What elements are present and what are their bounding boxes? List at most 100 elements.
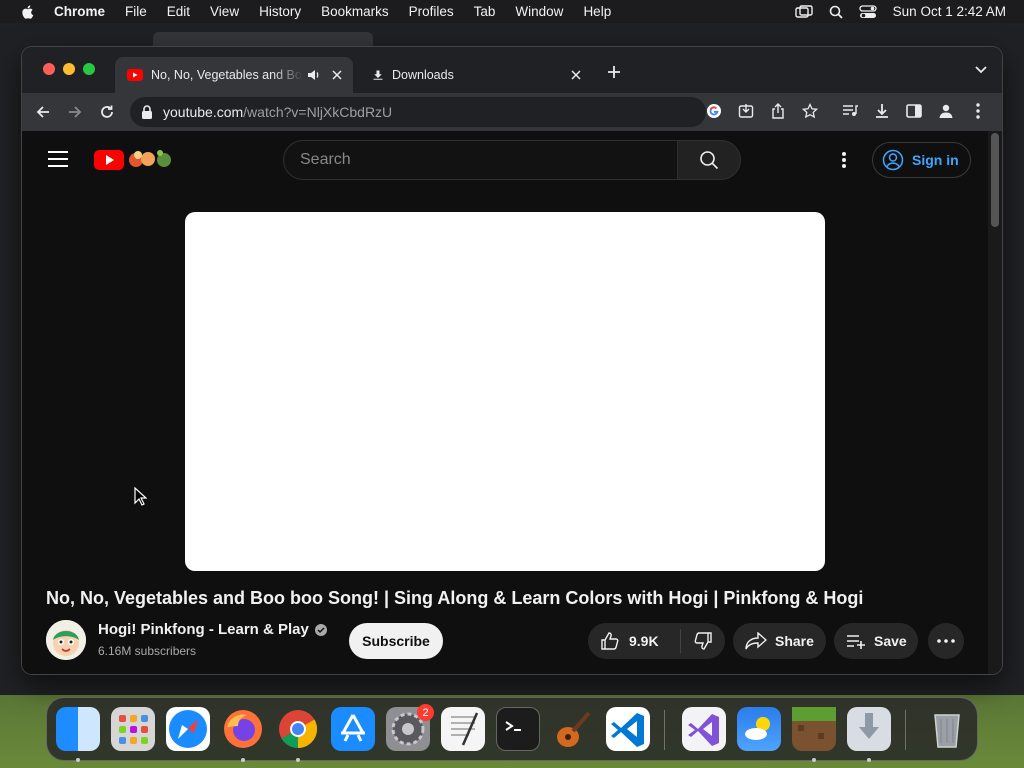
dock-downloads-stack-icon[interactable] xyxy=(847,707,891,751)
address-bar[interactable]: youtube.com/watch?v=NljXkCbdRzU xyxy=(130,97,706,127)
minimize-window-button[interactable] xyxy=(63,63,75,75)
downloads-icon[interactable] xyxy=(872,101,892,121)
more-actions-button[interactable] xyxy=(928,623,964,659)
youtube-page: Sign in No, No, Vegetables and Boo boo S… xyxy=(22,131,988,674)
search-button[interactable] xyxy=(678,140,741,180)
profile-icon[interactable] xyxy=(936,101,956,121)
dock-app-store-icon[interactable] xyxy=(331,707,375,751)
dislike-button[interactable] xyxy=(681,631,725,651)
tab-title: Downloads xyxy=(392,68,454,82)
menu-view[interactable]: View xyxy=(210,4,239,19)
video-player[interactable] xyxy=(185,212,825,571)
thumbs-up-icon xyxy=(601,632,619,650)
zoom-window-button[interactable] xyxy=(83,63,95,75)
window-controls xyxy=(43,63,95,75)
subscribe-button[interactable]: Subscribe xyxy=(349,623,443,659)
running-indicator xyxy=(241,758,245,762)
chrome-window: No, No, Vegetables and Boo boo Song! Dow… xyxy=(22,47,1002,674)
running-indicator xyxy=(76,758,80,762)
share-page-icon[interactable] xyxy=(768,101,788,121)
dock-minecraft-icon[interactable] xyxy=(792,707,836,751)
settings-kebab-icon[interactable] xyxy=(840,151,848,169)
download-icon xyxy=(373,70,383,80)
media-controls-icon[interactable] xyxy=(840,101,860,121)
dock-launchpad-icon[interactable] xyxy=(111,707,155,751)
more-horizontal-icon xyxy=(937,639,955,643)
save-label: Save xyxy=(874,633,907,649)
channel-avatar[interactable] xyxy=(46,620,86,660)
search-box xyxy=(283,140,678,180)
menubar-clock[interactable]: Sun Oct 1 2:42 AM xyxy=(893,4,1006,19)
side-panel-icon[interactable] xyxy=(904,101,924,121)
subscriber-count: 6.16M subscribers xyxy=(98,644,197,658)
save-playlist-add-icon xyxy=(847,635,865,649)
save-button[interactable]: Save xyxy=(834,623,918,659)
menu-history[interactable]: History xyxy=(259,4,301,19)
macos-menubar: Chrome File Edit View History Bookmarks … xyxy=(0,0,1024,23)
macos-dock: 2 xyxy=(46,697,978,762)
tab-search-chevron-icon[interactable] xyxy=(974,65,988,75)
close-tab-icon[interactable] xyxy=(329,67,345,83)
page-scrollbar[interactable] xyxy=(988,131,1002,674)
dock-visual-studio-icon[interactable] xyxy=(682,707,726,751)
bookmark-star-icon[interactable] xyxy=(800,101,820,121)
sign-in-button[interactable]: Sign in xyxy=(872,142,971,178)
running-indicator xyxy=(296,758,300,762)
url-text[interactable]: youtube.com/watch?v=NljXkCbdRzU xyxy=(163,104,392,120)
dock-finder-icon[interactable] xyxy=(56,707,100,751)
dock-chrome-icon[interactable] xyxy=(276,707,320,751)
search-input[interactable] xyxy=(300,151,660,169)
scrollbar-thumb[interactable] xyxy=(991,133,999,227)
dock-textedit-icon[interactable] xyxy=(441,707,485,751)
channel-name-text[interactable]: Hogi! Pinkfong - Learn & Play xyxy=(98,621,309,638)
verified-badge-icon xyxy=(314,623,327,636)
channel-name[interactable]: Hogi! Pinkfong - Learn & Play xyxy=(98,621,327,638)
search-icon xyxy=(700,151,719,170)
share-button[interactable]: Share xyxy=(733,623,826,659)
tab-title: No, No, Vegetables and Boo boo Song! xyxy=(151,68,303,82)
dock-firefox-icon[interactable] xyxy=(221,707,265,751)
install-app-icon[interactable] xyxy=(736,101,756,121)
spotlight-search-icon[interactable] xyxy=(829,5,843,19)
forward-arrow-icon[interactable] xyxy=(65,102,85,122)
account-icon xyxy=(882,149,904,171)
menu-help[interactable]: Help xyxy=(583,4,611,19)
youtube-logo[interactable] xyxy=(94,148,176,170)
youtube-favicon-icon xyxy=(127,69,143,81)
reload-icon[interactable] xyxy=(97,102,117,122)
menu-window[interactable]: Window xyxy=(515,4,563,19)
chrome-menu-kebab-icon[interactable] xyxy=(968,101,988,121)
menu-edit[interactable]: Edit xyxy=(167,4,190,19)
apple-logo-icon[interactable] xyxy=(20,4,36,20)
settings-notification-badge: 2 xyxy=(417,704,434,721)
dock-safari-icon[interactable] xyxy=(166,707,210,751)
tab-youtube-video[interactable]: No, No, Vegetables and Boo boo Song! xyxy=(115,57,353,93)
screen-mirroring-icon[interactable] xyxy=(794,4,813,19)
google-lens-icon[interactable] xyxy=(704,101,724,121)
like-count: 9.9K xyxy=(629,633,659,649)
new-tab-plus-icon[interactable] xyxy=(606,64,622,80)
close-window-button[interactable] xyxy=(43,63,55,75)
video-title: No, No, Vegetables and Boo boo Song! | S… xyxy=(46,588,864,608)
tab-downloads[interactable]: Downloads xyxy=(360,57,592,93)
tab-audio-playing-icon[interactable] xyxy=(307,69,321,81)
dock-weather-icon[interactable] xyxy=(737,707,781,751)
menu-bookmarks[interactable]: Bookmarks xyxy=(321,4,389,19)
dock-trash-icon[interactable] xyxy=(925,707,969,751)
back-arrow-icon[interactable] xyxy=(33,102,53,122)
dock-garageband-icon[interactable] xyxy=(551,707,595,751)
control-center-icon[interactable] xyxy=(859,4,877,19)
menu-chrome[interactable]: Chrome xyxy=(54,4,105,19)
hamburger-menu-icon[interactable] xyxy=(48,151,68,167)
close-tab-icon[interactable] xyxy=(568,67,584,83)
running-indicator xyxy=(812,758,816,762)
menu-profiles[interactable]: Profiles xyxy=(409,4,454,19)
menu-file[interactable]: File xyxy=(125,4,147,19)
lock-icon[interactable] xyxy=(141,105,153,119)
toolbar-actions xyxy=(840,101,988,121)
like-button[interactable]: 9.9K xyxy=(588,629,681,653)
menu-tab[interactable]: Tab xyxy=(474,4,496,19)
dock-vscode-icon[interactable] xyxy=(606,707,650,751)
thumbs-down-icon xyxy=(694,632,712,650)
dock-terminal-icon[interactable] xyxy=(496,707,540,751)
